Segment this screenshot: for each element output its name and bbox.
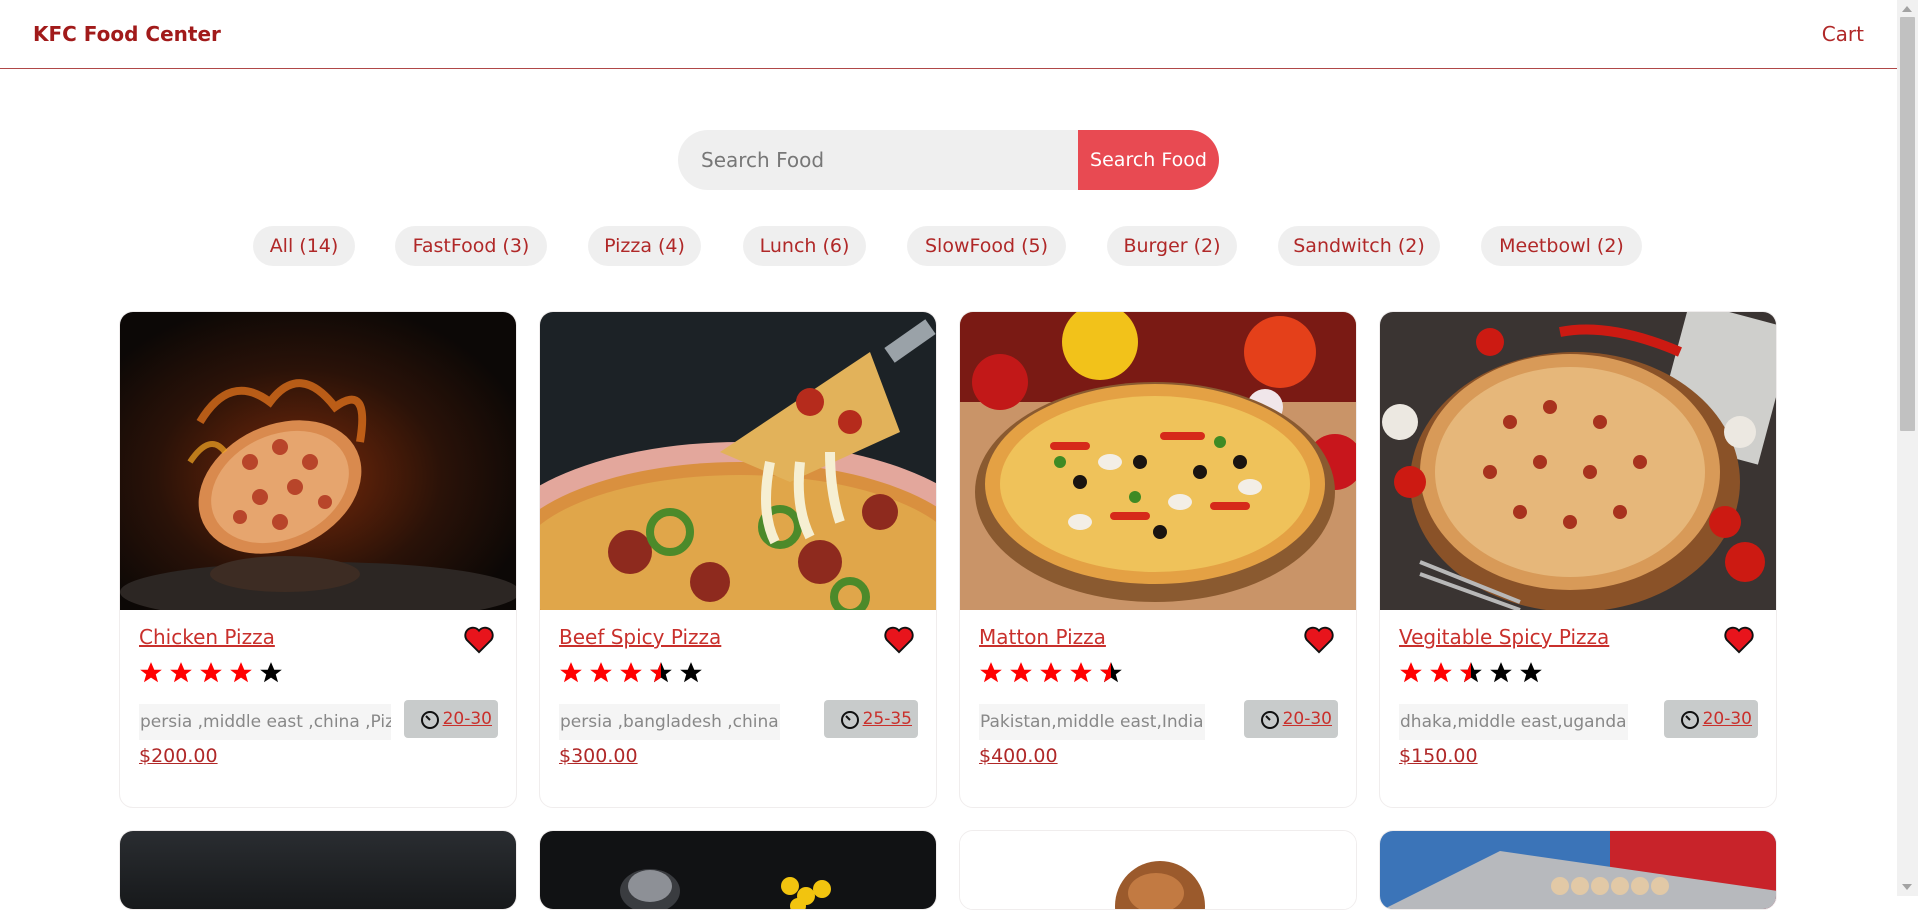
food-card[interactable] xyxy=(1379,830,1777,910)
top-navbar: KFC Food Center Cart xyxy=(0,0,1897,69)
food-origins: persia ,bangladesh ,china xyxy=(559,704,780,740)
heart-icon[interactable] xyxy=(1724,626,1754,654)
category-lunch[interactable]: Lunch (6) xyxy=(743,226,866,266)
food-card[interactable]: Chicken Pizza persia ,middle east ,china… xyxy=(119,311,517,808)
clock-icon xyxy=(421,711,439,729)
food-card[interactable]: Matton Pizza Pakistan,middle east,India … xyxy=(959,311,1357,808)
star-icon xyxy=(1010,662,1032,683)
food-card[interactable]: Vegitable Spicy Pizza dhaka,middle east,… xyxy=(1379,311,1777,808)
food-image[interactable] xyxy=(960,831,1357,910)
star-icon xyxy=(200,662,222,683)
star-icon xyxy=(1070,662,1092,683)
clock-icon xyxy=(1681,711,1699,729)
search-input[interactable] xyxy=(678,130,1078,190)
category-sandwitch[interactable]: Sandwitch (2) xyxy=(1278,226,1440,266)
star-half-icon xyxy=(1100,662,1122,683)
heart-icon[interactable] xyxy=(1304,626,1334,654)
heart-icon[interactable] xyxy=(884,626,914,654)
category-fastfood[interactable]: FastFood (3) xyxy=(395,226,547,266)
cook-time-badge[interactable]: 20-30 xyxy=(1244,700,1338,738)
cook-time-text[interactable]: 20-30 xyxy=(1283,709,1332,729)
vegitable-spicy-pizza-image[interactable] xyxy=(1380,312,1777,610)
brand-logo-text[interactable]: KFC Food Center xyxy=(33,22,221,46)
cart-link[interactable]: Cart xyxy=(1822,22,1864,46)
category-meetbowl[interactable]: Meetbowl (2) xyxy=(1481,226,1642,266)
food-card[interactable] xyxy=(959,830,1357,910)
category-slowfood[interactable]: SlowFood (5) xyxy=(907,226,1066,266)
cook-time-text[interactable]: 25-35 xyxy=(863,709,912,729)
beef-spicy-pizza-image[interactable] xyxy=(540,312,937,610)
food-image[interactable] xyxy=(1380,831,1777,910)
food-card[interactable]: Beef Spicy Pizza persia ,bangladesh ,chi… xyxy=(539,311,937,808)
star-icon xyxy=(140,662,162,683)
star-icon xyxy=(560,662,582,683)
page-scrollbar[interactable] xyxy=(1897,0,1918,896)
food-price: $150.00 xyxy=(1399,745,1478,767)
food-price: $400.00 xyxy=(979,745,1058,767)
category-all[interactable]: All (14) xyxy=(253,226,355,266)
star-icon xyxy=(620,662,642,683)
star-icon xyxy=(590,662,612,683)
clock-icon xyxy=(841,711,859,729)
food-price: $200.00 xyxy=(139,745,218,767)
category-burger[interactable]: Burger (2) xyxy=(1107,226,1237,266)
food-name[interactable]: Matton Pizza xyxy=(979,625,1106,649)
food-name[interactable]: Chicken Pizza xyxy=(139,625,275,649)
star-icon xyxy=(260,662,282,683)
star-icon xyxy=(1430,662,1452,683)
food-origins: dhaka,middle east,uganda xyxy=(1399,704,1628,740)
cook-time-badge[interactable]: 20-30 xyxy=(404,700,498,738)
star-icon xyxy=(1040,662,1062,683)
chicken-pizza-image[interactable] xyxy=(120,312,517,610)
star-half-icon xyxy=(650,662,672,683)
cook-time-badge[interactable]: 20-30 xyxy=(1664,700,1758,738)
star-icon xyxy=(680,662,702,683)
star-icon xyxy=(980,662,1002,683)
cook-time-badge[interactable]: 25-35 xyxy=(824,700,918,738)
food-price: $300.00 xyxy=(559,745,638,767)
star-icon xyxy=(230,662,252,683)
star-icon xyxy=(170,662,192,683)
cook-time-text[interactable]: 20-30 xyxy=(443,709,492,729)
matton-pizza-image[interactable] xyxy=(960,312,1357,610)
food-name[interactable]: Beef Spicy Pizza xyxy=(559,625,721,649)
food-card[interactable] xyxy=(119,830,517,910)
category-pizza[interactable]: Pizza (4) xyxy=(588,226,701,266)
star-icon xyxy=(1400,662,1422,683)
star-half-icon xyxy=(1460,662,1482,683)
food-image[interactable] xyxy=(120,831,517,910)
food-origins: Pakistan,middle east,India xyxy=(979,704,1205,740)
heart-icon[interactable] xyxy=(464,626,494,654)
food-card[interactable] xyxy=(539,830,937,910)
food-name[interactable]: Vegitable Spicy Pizza xyxy=(1399,625,1609,649)
food-origins: persia ,middle east ,china ,Pizza xyxy=(139,704,391,740)
search-bar: Search Food xyxy=(678,130,1219,190)
scroll-thumb[interactable] xyxy=(1900,17,1915,431)
search-button[interactable]: Search Food xyxy=(1078,130,1219,190)
cook-time-text[interactable]: 20-30 xyxy=(1703,709,1752,729)
food-image[interactable] xyxy=(540,831,937,910)
clock-icon xyxy=(1261,711,1279,729)
scroll-up-arrow-icon[interactable] xyxy=(1902,6,1912,12)
category-filter-bar: All (14) FastFood (3) Pizza (4) Lunch (6… xyxy=(0,226,1897,266)
scroll-down-arrow-icon[interactable] xyxy=(1902,884,1912,890)
star-icon xyxy=(1490,662,1512,683)
star-icon xyxy=(1520,662,1542,683)
